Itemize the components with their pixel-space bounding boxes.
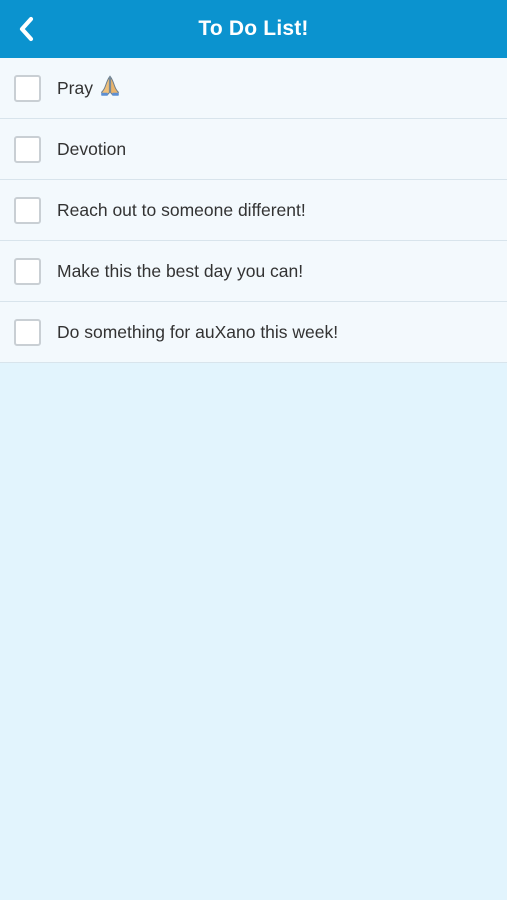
todo-item-auxano[interactable]: Do something for auXano this week! <box>0 302 507 363</box>
todo-label: Pray <box>57 77 93 98</box>
todo-label: Make this the best day you can! <box>57 260 304 281</box>
todo-item-reach-out[interactable]: Reach out to someone different! <box>0 180 507 241</box>
chevron-left-icon <box>19 16 34 42</box>
praying-hands-icon <box>99 74 121 102</box>
back-button[interactable] <box>10 12 44 46</box>
todo-label: Do something for auXano this week! <box>57 321 339 342</box>
app-screen: To Do List! Pray Devotion Reach out to s… <box>0 0 507 900</box>
todo-checkbox[interactable] <box>14 257 41 285</box>
todo-label: Devotion <box>57 138 127 159</box>
todo-item-pray[interactable]: Pray <box>0 58 507 119</box>
todo-checkbox[interactable] <box>14 135 41 163</box>
todo-label: Reach out to someone different! <box>57 199 306 220</box>
page-title: To Do List! <box>198 17 309 40</box>
todo-list: Pray Devotion Reach out to someone diffe… <box>0 58 507 363</box>
todo-checkbox[interactable] <box>14 196 41 224</box>
todo-checkbox[interactable] <box>14 318 41 346</box>
todo-item-best-day[interactable]: Make this the best day you can! <box>0 241 507 302</box>
app-header: To Do List! <box>0 0 507 58</box>
todo-checkbox[interactable] <box>14 74 41 102</box>
todo-item-devotion[interactable]: Devotion <box>0 119 507 180</box>
